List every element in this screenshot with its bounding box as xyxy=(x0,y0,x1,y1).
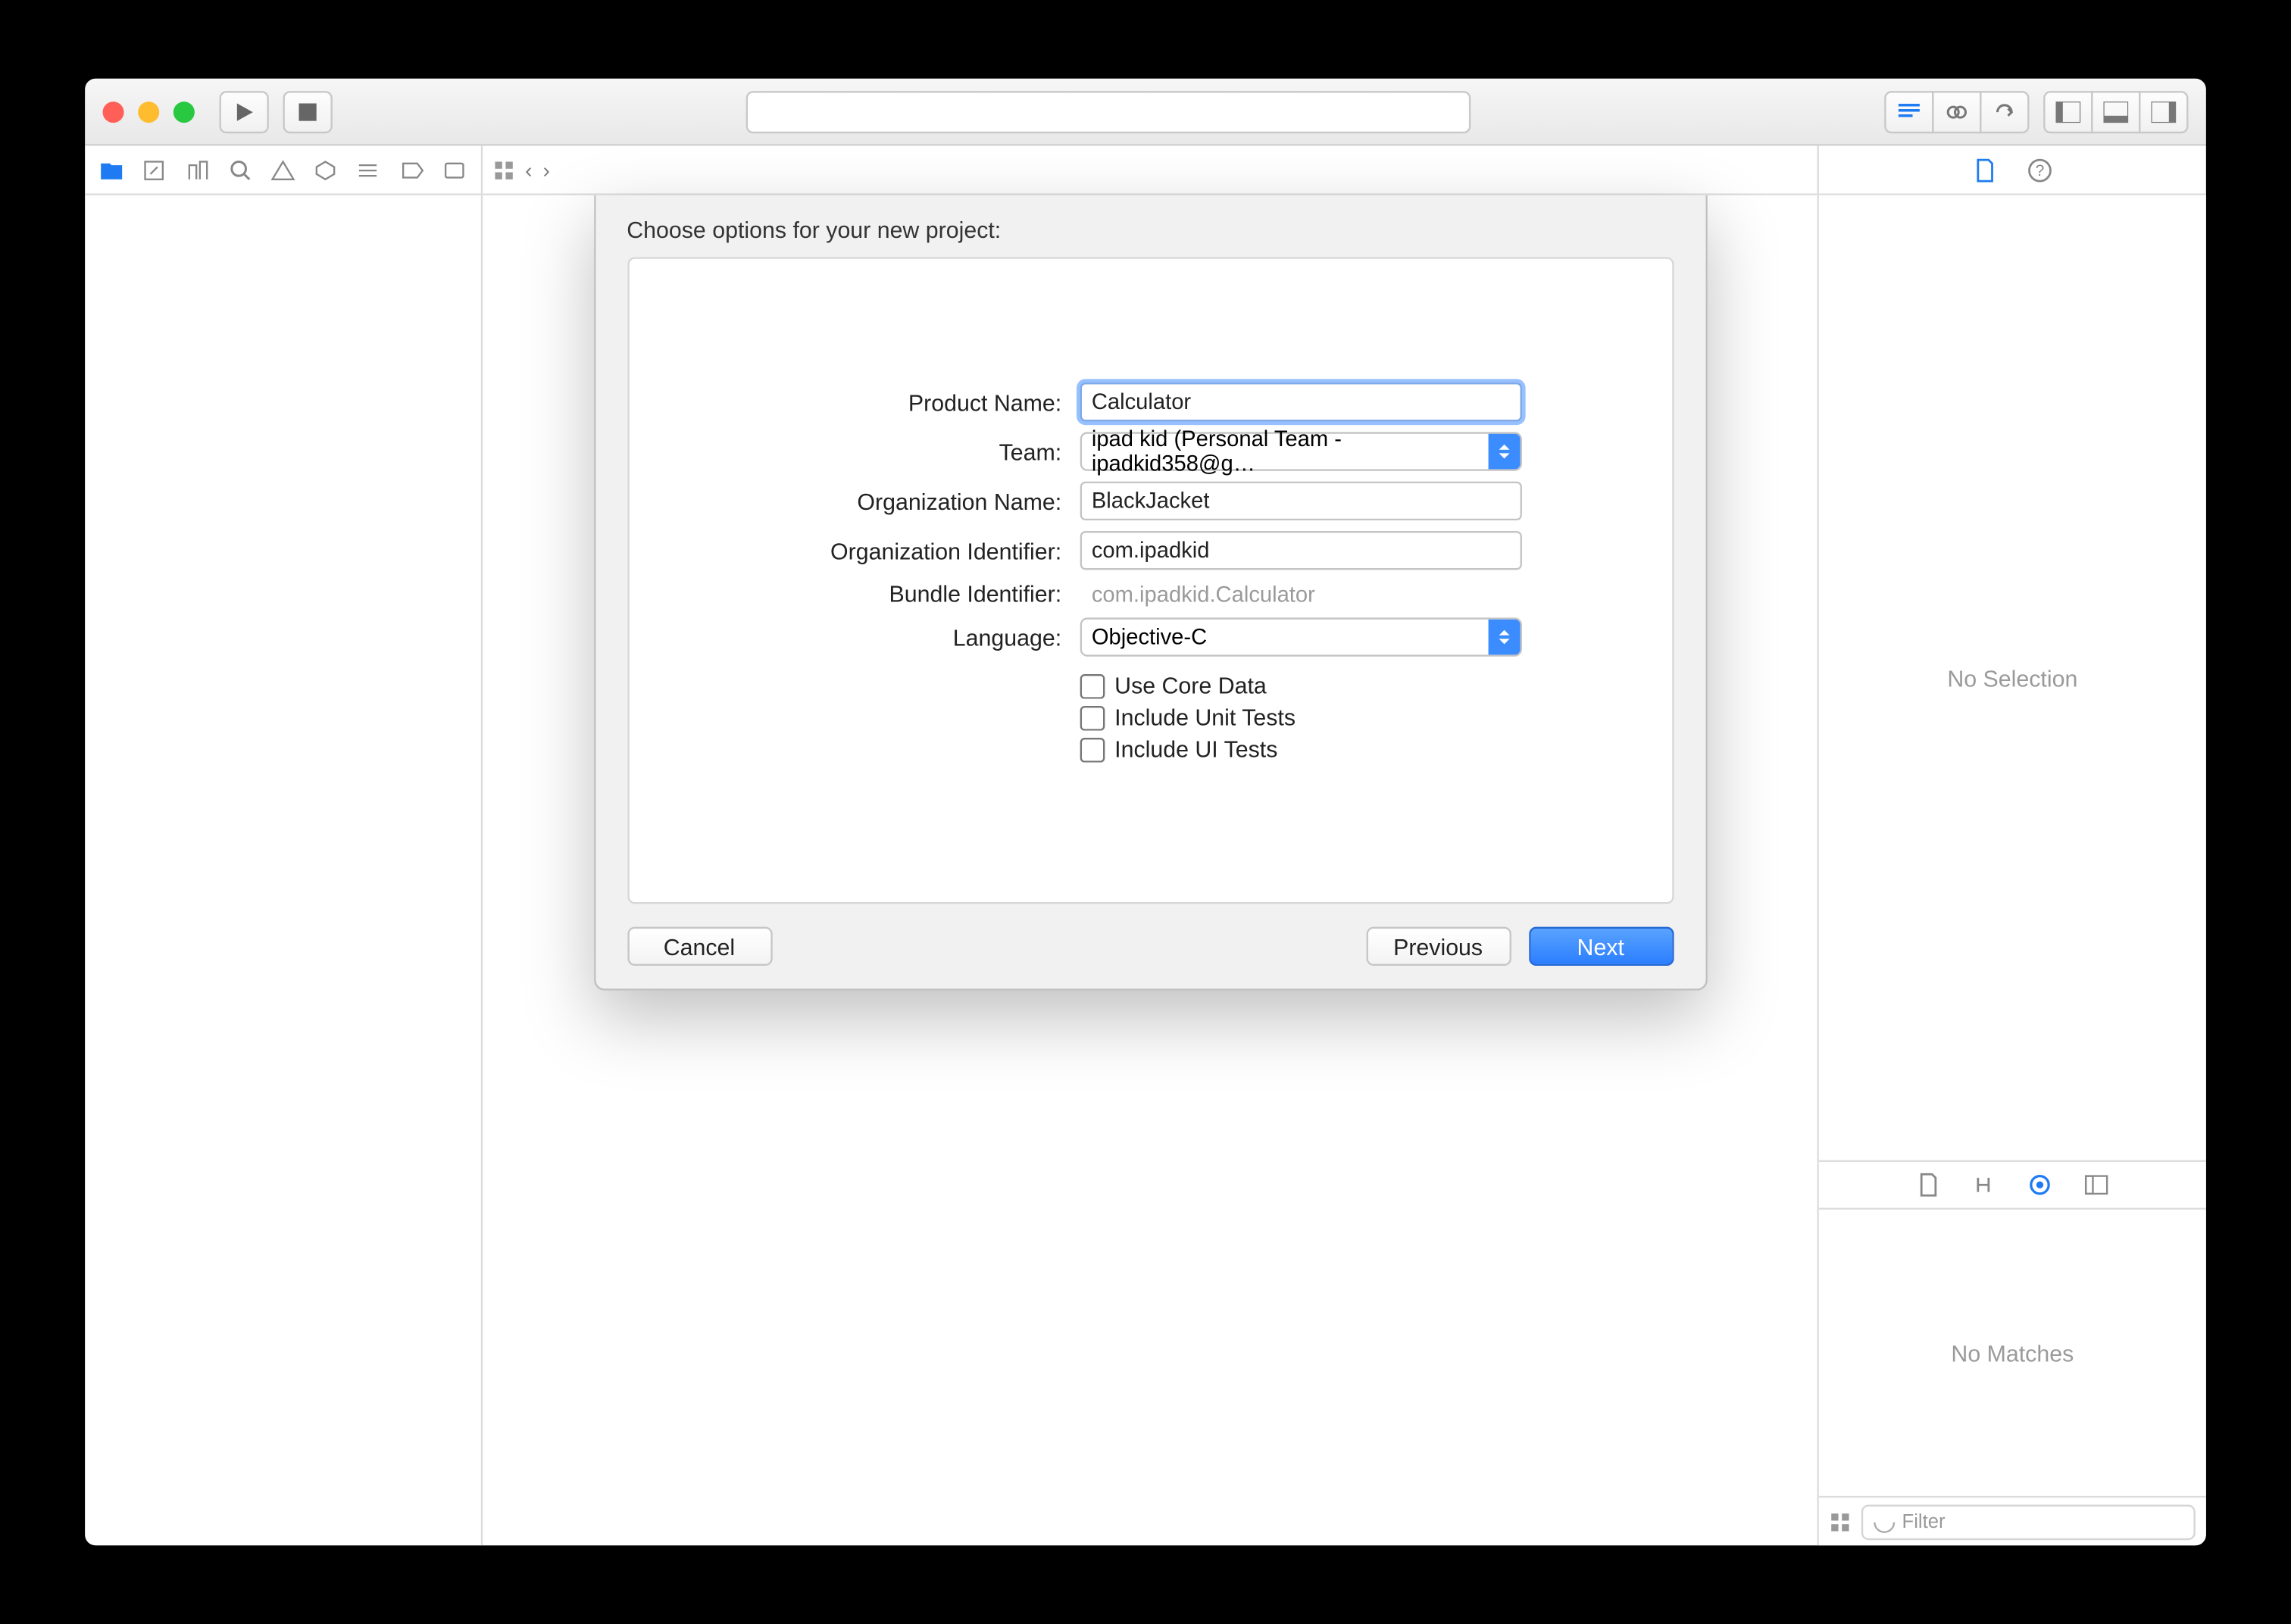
version-editor-button[interactable] xyxy=(1980,90,2029,133)
team-popup[interactable]: ipad kid (Personal Team - ipadkid358@g… xyxy=(1080,432,1521,470)
library-selector xyxy=(1819,1160,2206,1210)
language-value: Objective-C xyxy=(1092,625,1207,650)
toggle-utilities-button[interactable] xyxy=(2139,90,2188,133)
navigator-bar: ‹ › ? xyxy=(85,145,2206,195)
zoom-button[interactable] xyxy=(173,101,195,122)
library-empty-state: No Matches xyxy=(1819,1210,2206,1496)
related-items-icon[interactable] xyxy=(493,159,514,180)
bundle-identifier-label: Bundle Identifier: xyxy=(779,580,1061,607)
utilities-area: No Selection No Matches Filter xyxy=(1817,195,2206,1545)
inspector-empty-state: No Selection xyxy=(1819,195,2206,1160)
stop-button[interactable] xyxy=(283,90,332,133)
cancel-button[interactable]: Cancel xyxy=(627,927,771,966)
include-ui-tests-checkbox[interactable]: Include UI Tests xyxy=(1080,736,1521,763)
library-filter-bar: Filter xyxy=(1819,1496,2206,1545)
language-popup[interactable]: Objective-C xyxy=(1080,617,1521,656)
jump-forward-icon[interactable]: › xyxy=(542,158,549,183)
team-value: ipad kid (Personal Team - ipadkid358@g… xyxy=(1092,426,1509,476)
object-library-icon[interactable] xyxy=(2027,1173,2052,1198)
minimize-button[interactable] xyxy=(138,101,159,122)
product-name-field[interactable] xyxy=(1080,383,1521,421)
panel-toggle-group xyxy=(2043,90,2188,133)
standard-editor-button[interactable] xyxy=(1884,90,1933,133)
project-navigator-icon[interactable] xyxy=(99,155,124,183)
editor-area: Choose options for your new project: Pro… xyxy=(483,195,1817,1545)
project-options-form: Product Name: Team: ipad kid (Personal T… xyxy=(779,383,1521,763)
assistant-editor-button[interactable] xyxy=(1932,90,1981,133)
breakpoint-navigator-icon[interactable] xyxy=(399,155,424,183)
run-button[interactable] xyxy=(220,90,269,133)
popup-arrow-icon xyxy=(1487,434,1519,470)
test-navigator-icon[interactable] xyxy=(313,155,338,183)
xcode-window: ‹ › ? Choose options for your new projec… xyxy=(85,79,2206,1545)
report-navigator-icon[interactable] xyxy=(442,155,467,183)
traffic-lights xyxy=(103,101,195,122)
team-label: Team: xyxy=(779,439,1061,465)
list-view-icon[interactable] xyxy=(1830,1511,1851,1532)
new-project-sheet: Choose options for your new project: Pro… xyxy=(593,195,1707,991)
toggle-debug-button[interactable] xyxy=(2091,90,2140,133)
inspector-selector: ? xyxy=(1817,145,2206,193)
source-control-navigator-icon[interactable] xyxy=(185,155,210,183)
find-navigator-icon[interactable] xyxy=(227,155,252,183)
file-inspector-icon[interactable] xyxy=(1974,158,1995,183)
sheet-title: Choose options for your new project: xyxy=(595,195,1705,258)
language-label: Language: xyxy=(779,624,1061,651)
code-snippet-library-icon[interactable] xyxy=(1970,1174,1995,1195)
toggle-navigator-button[interactable] xyxy=(2043,90,2093,133)
svg-text:?: ? xyxy=(2034,161,2043,179)
symbol-navigator-icon[interactable] xyxy=(142,155,167,183)
issue-navigator-icon[interactable] xyxy=(270,155,295,183)
bundle-identifier-value: com.ipadkid.Calculator xyxy=(1080,582,1521,607)
media-library-icon[interactable] xyxy=(2083,1174,2108,1195)
jump-back-icon[interactable]: ‹ xyxy=(525,158,532,183)
organization-name-label: Organization Name: xyxy=(779,488,1061,514)
organization-identifier-field[interactable] xyxy=(1080,531,1521,570)
navigator-selector xyxy=(85,145,483,193)
navigator-area xyxy=(85,195,483,1545)
use-core-data-checkbox[interactable]: Use Core Data xyxy=(1080,673,1521,699)
product-name-label: Product Name: xyxy=(779,389,1061,415)
quick-help-icon[interactable]: ? xyxy=(2027,158,2052,183)
previous-button[interactable]: Previous xyxy=(1365,927,1510,966)
debug-navigator-icon[interactable] xyxy=(356,155,381,183)
titlebar xyxy=(85,79,2206,146)
jump-bar[interactable]: ‹ › xyxy=(483,145,1817,193)
file-template-library-icon[interactable] xyxy=(1917,1173,1938,1198)
organization-name-field[interactable] xyxy=(1080,482,1521,520)
library-filter-field[interactable]: Filter xyxy=(1861,1504,2196,1539)
include-unit-tests-checkbox[interactable]: Include Unit Tests xyxy=(1080,704,1521,731)
editor-mode-group xyxy=(1884,90,2029,133)
popup-arrow-icon xyxy=(1487,620,1519,655)
next-button[interactable]: Next xyxy=(1528,927,1673,966)
activity-view[interactable] xyxy=(746,90,1471,133)
close-button[interactable] xyxy=(103,101,124,122)
organization-identifier-label: Organization Identifier: xyxy=(779,537,1061,564)
